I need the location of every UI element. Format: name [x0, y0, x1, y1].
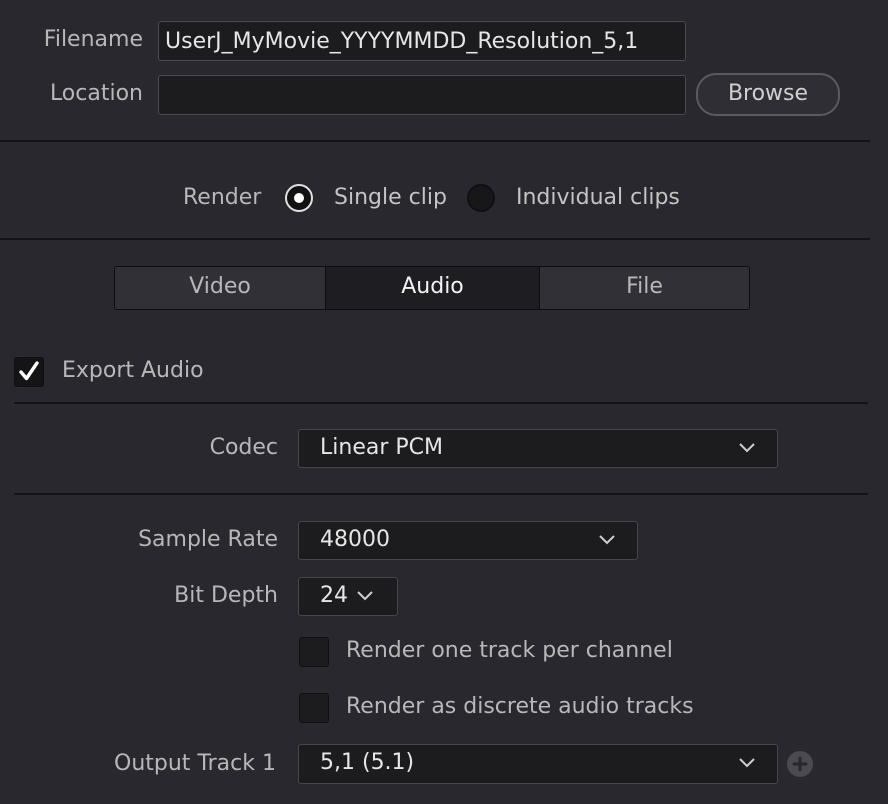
export-audio-checkbox[interactable]	[14, 357, 44, 387]
codec-label: Codec	[209, 435, 278, 460]
add-output-track-button[interactable]	[787, 751, 813, 777]
chevron-down-icon	[599, 535, 615, 545]
filename-input[interactable]	[158, 21, 686, 61]
settings-tabs: Video Audio File	[114, 266, 750, 310]
bit-depth-select[interactable]: 24	[298, 577, 398, 616]
discrete-audio-tracks-label[interactable]: Render as discrete audio tracks	[346, 694, 694, 719]
divider	[0, 238, 870, 240]
bit-depth-value: 24	[320, 583, 348, 608]
chevron-down-icon	[357, 591, 373, 601]
codec-value: Linear PCM	[320, 435, 443, 460]
tab-file[interactable]: File	[540, 267, 749, 309]
browse-button[interactable]: Browse	[696, 73, 840, 116]
divider	[0, 140, 870, 142]
filename-label: Filename	[43, 27, 143, 52]
output-track-label: Output Track 1	[114, 751, 276, 776]
sample-rate-select[interactable]: 48000	[298, 521, 638, 560]
checkmark-icon	[19, 361, 39, 381]
location-input[interactable]	[158, 75, 686, 115]
one-track-per-channel-checkbox[interactable]	[299, 637, 329, 667]
radio-single-clip-label[interactable]: Single clip	[334, 185, 447, 210]
radio-individual-clips[interactable]	[467, 184, 495, 212]
tab-audio[interactable]: Audio	[326, 267, 540, 309]
divider	[14, 402, 868, 404]
plus-icon	[792, 756, 808, 772]
output-track-value: 5,1 (5.1)	[320, 750, 415, 775]
divider	[14, 493, 868, 495]
chevron-down-icon	[739, 443, 755, 453]
discrete-audio-tracks-checkbox[interactable]	[299, 693, 329, 723]
codec-select[interactable]: Linear PCM	[298, 429, 778, 468]
location-label: Location	[49, 81, 143, 106]
chevron-down-icon	[739, 758, 755, 768]
output-track-select[interactable]: 5,1 (5.1)	[298, 744, 778, 784]
one-track-per-channel-label[interactable]: Render one track per channel	[346, 638, 673, 663]
radio-single-clip[interactable]	[285, 184, 313, 212]
render-label: Render	[183, 185, 262, 210]
sample-rate-label: Sample Rate	[138, 527, 278, 552]
render-settings-panel: Filename Location Browse Render Single c…	[0, 0, 888, 804]
sample-rate-value: 48000	[320, 527, 390, 552]
export-audio-label[interactable]: Export Audio	[62, 358, 204, 383]
bit-depth-label: Bit Depth	[174, 583, 278, 608]
radio-individual-clips-label[interactable]: Individual clips	[516, 185, 680, 210]
tab-video[interactable]: Video	[115, 267, 326, 309]
